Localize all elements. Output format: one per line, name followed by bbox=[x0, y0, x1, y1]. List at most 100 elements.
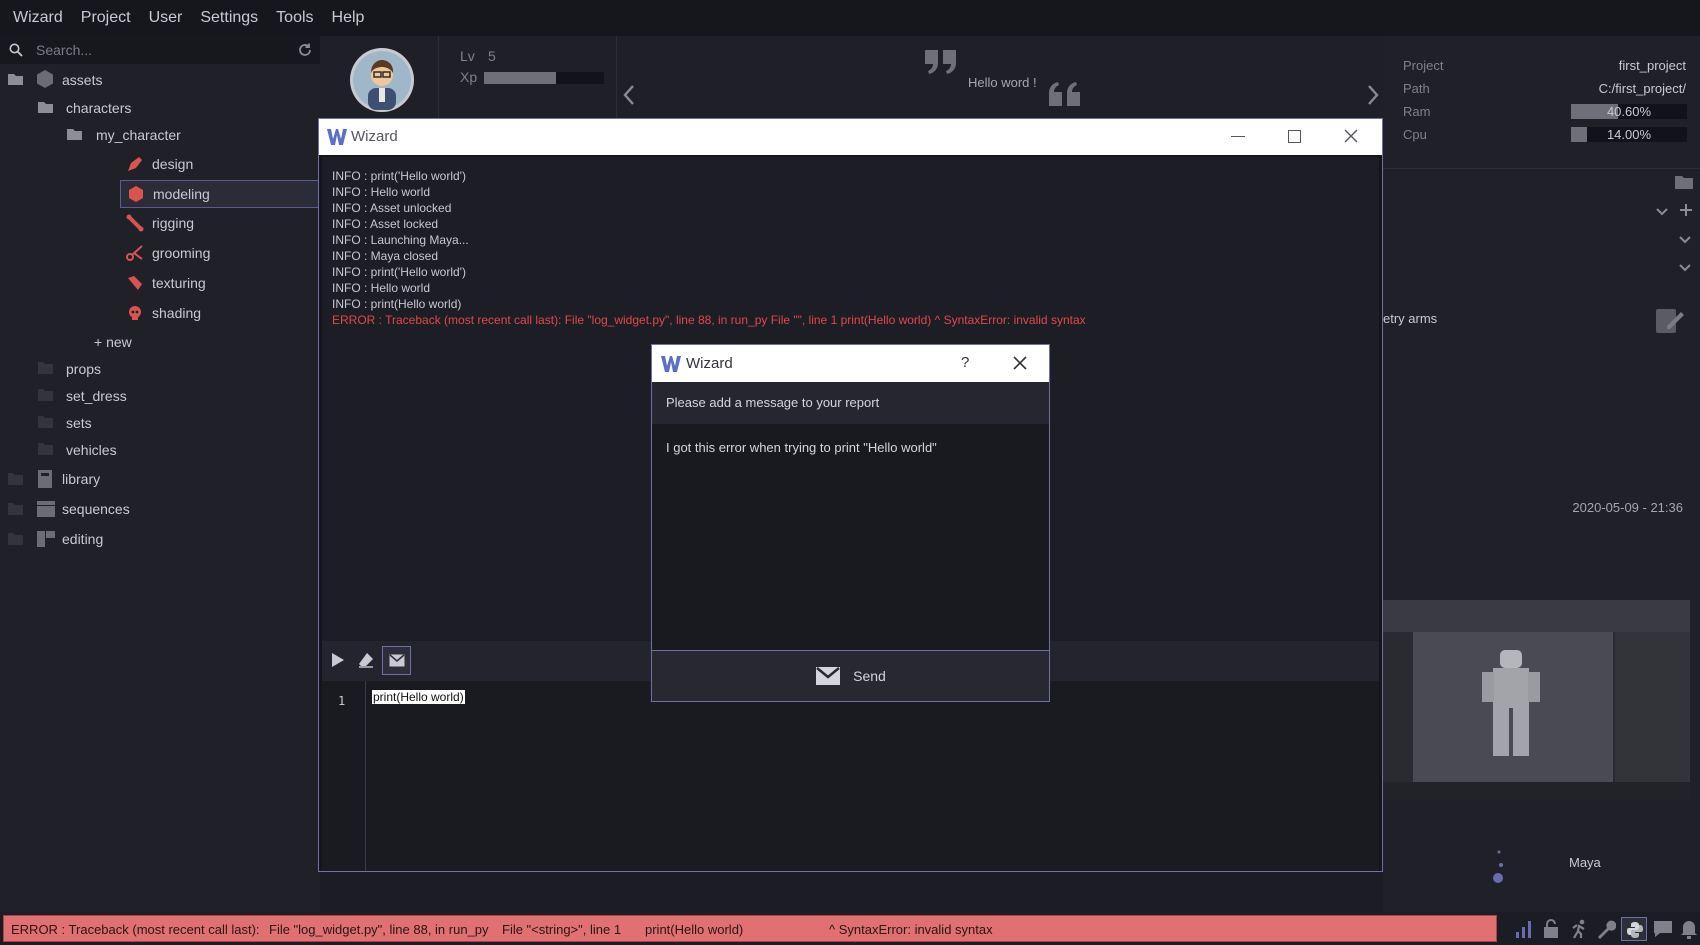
search-input[interactable]: Search... bbox=[36, 42, 92, 58]
tree-label: characters bbox=[66, 100, 132, 116]
chevron-down-icon[interactable] bbox=[1679, 264, 1691, 272]
tree-label: grooming bbox=[152, 245, 211, 261]
python-console-button[interactable] bbox=[1621, 917, 1647, 941]
tree-item-modeling[interactable]: modeling bbox=[120, 180, 320, 208]
tree-item-library[interactable]: library bbox=[0, 466, 320, 492]
path-value: C:/first_project/ bbox=[1598, 81, 1686, 96]
send-button[interactable]: Send bbox=[652, 650, 1049, 701]
cube-icon bbox=[127, 185, 145, 203]
divider bbox=[1383, 168, 1700, 169]
folder-icon bbox=[38, 443, 53, 455]
open-folder-icon[interactable] bbox=[1675, 174, 1695, 190]
folder-icon bbox=[8, 503, 23, 515]
tree-label: texturing bbox=[152, 275, 206, 291]
xp-label: Xp bbox=[460, 69, 478, 85]
project-value: first_project bbox=[1618, 58, 1686, 73]
menu-wizard[interactable]: Wizard bbox=[4, 9, 72, 27]
search-bar[interactable]: Search... bbox=[0, 36, 320, 64]
status-segment: ERROR : Traceback (most recent call last… bbox=[11, 922, 260, 937]
maximize-icon[interactable] bbox=[1288, 130, 1301, 143]
log-line: INFO : print('Hello world') bbox=[332, 265, 466, 279]
new-stage-button[interactable]: + new bbox=[90, 329, 210, 355]
code-line[interactable]: print(Hello world) bbox=[372, 690, 465, 704]
ram-meter: 40.60% bbox=[1571, 104, 1687, 119]
tree-item-editing[interactable]: editing bbox=[0, 526, 320, 552]
tree-item-shading[interactable]: shading bbox=[120, 300, 320, 326]
tree-item-characters[interactable]: characters bbox=[0, 95, 320, 121]
software-name: Maya bbox=[1569, 855, 1601, 870]
maya-icon bbox=[1489, 848, 1509, 884]
folder-icon bbox=[8, 533, 23, 545]
script-editor[interactable]: 1 print(Hello world) bbox=[322, 681, 1379, 871]
tree-item-my-character[interactable]: my_character bbox=[0, 122, 320, 148]
wrench-icon[interactable] bbox=[1596, 919, 1616, 939]
divider bbox=[438, 36, 439, 118]
run-play-icon[interactable] bbox=[331, 652, 345, 668]
xp-progress-fill bbox=[484, 72, 556, 84]
dialog-prompt: Please add a message to your report bbox=[666, 395, 880, 410]
tree-label: editing bbox=[62, 531, 104, 547]
tree-label: set_dress bbox=[66, 388, 127, 404]
console-titlebar[interactable]: Wizard bbox=[319, 119, 1382, 155]
chat-icon[interactable] bbox=[1653, 920, 1673, 938]
chevron-down-icon[interactable] bbox=[1679, 236, 1691, 244]
close-icon[interactable] bbox=[1344, 129, 1358, 143]
unlock-icon[interactable] bbox=[1543, 919, 1559, 939]
log-line: INFO : Launching Maya... bbox=[332, 233, 469, 247]
chevron-left-icon[interactable] bbox=[622, 84, 636, 106]
status-segment: File "<string>", line 1 bbox=[502, 922, 622, 937]
wizard-logo-icon bbox=[327, 129, 347, 145]
dialog-titlebar[interactable]: Wizard ? bbox=[652, 345, 1049, 382]
log-line: INFO : print('Hello world') bbox=[332, 169, 466, 183]
edit-note-icon[interactable] bbox=[1653, 304, 1685, 336]
menu-settings[interactable]: Settings bbox=[191, 9, 267, 27]
tree-item-sequences[interactable]: sequences bbox=[0, 496, 320, 522]
close-icon[interactable] bbox=[1013, 356, 1027, 370]
menu-project[interactable]: Project bbox=[72, 9, 140, 27]
notification-bell-icon[interactable] bbox=[1680, 919, 1698, 939]
menu-help[interactable]: Help bbox=[323, 9, 374, 27]
tree-item-texturing[interactable]: texturing bbox=[120, 270, 320, 296]
path-label: Path bbox=[1403, 81, 1430, 96]
chevron-right-icon[interactable] bbox=[1366, 84, 1380, 106]
menu-tools[interactable]: Tools bbox=[267, 9, 322, 27]
chevron-down-icon[interactable] bbox=[1656, 208, 1668, 216]
menu-user[interactable]: User bbox=[140, 9, 192, 27]
eraser-icon[interactable] bbox=[358, 652, 374, 668]
signal-bars-icon[interactable] bbox=[1515, 920, 1533, 938]
report-message-field[interactable]: I got this error when trying to print "H… bbox=[652, 424, 1049, 650]
project-info-panel: Project first_project Path C:/first_proj… bbox=[1383, 36, 1700, 912]
tree-label: sequences bbox=[62, 501, 130, 517]
add-icon[interactable] bbox=[1680, 204, 1692, 216]
avatar[interactable] bbox=[350, 48, 414, 112]
tree-item-grooming[interactable]: grooming bbox=[120, 240, 320, 266]
report-mail-button[interactable] bbox=[382, 646, 411, 675]
mail-icon bbox=[815, 666, 841, 686]
tree-item-sets[interactable]: sets bbox=[0, 410, 320, 436]
asset-cube-icon bbox=[35, 69, 55, 89]
folder-icon bbox=[38, 389, 53, 401]
maya-screenshot-thumbnail[interactable] bbox=[1383, 600, 1690, 800]
log-line: INFO : Asset locked bbox=[332, 217, 439, 231]
folder-open-icon bbox=[8, 73, 24, 86]
tree-item-vehicles[interactable]: vehicles bbox=[0, 437, 320, 463]
bone-icon bbox=[126, 214, 144, 232]
report-dialog: Wizard ? Please add a message to your re… bbox=[651, 344, 1050, 702]
tree-item-props[interactable]: props bbox=[0, 356, 320, 382]
tree-label: my_character bbox=[96, 127, 181, 143]
menu-bar: Wizard Project User Settings Tools Help bbox=[0, 0, 1700, 36]
help-button[interactable]: ? bbox=[961, 354, 969, 371]
variant-name: etry arms bbox=[1383, 311, 1438, 326]
minimize-icon[interactable] bbox=[1231, 136, 1245, 137]
tree-item-rigging[interactable]: rigging bbox=[120, 210, 320, 236]
error-status-bar[interactable]: ERROR : Traceback (most recent call last… bbox=[3, 915, 1497, 942]
cpu-label: Cpu bbox=[1403, 127, 1427, 142]
search-icon bbox=[9, 43, 23, 57]
running-person-icon[interactable] bbox=[1569, 919, 1589, 939]
film-edit-icon bbox=[36, 529, 56, 549]
folder-icon bbox=[38, 362, 53, 374]
refresh-icon[interactable] bbox=[297, 42, 313, 58]
tree-item-design[interactable]: design bbox=[120, 151, 320, 177]
tree-item-assets[interactable]: assets bbox=[0, 67, 320, 93]
tree-item-set-dress[interactable]: set_dress bbox=[0, 383, 320, 409]
